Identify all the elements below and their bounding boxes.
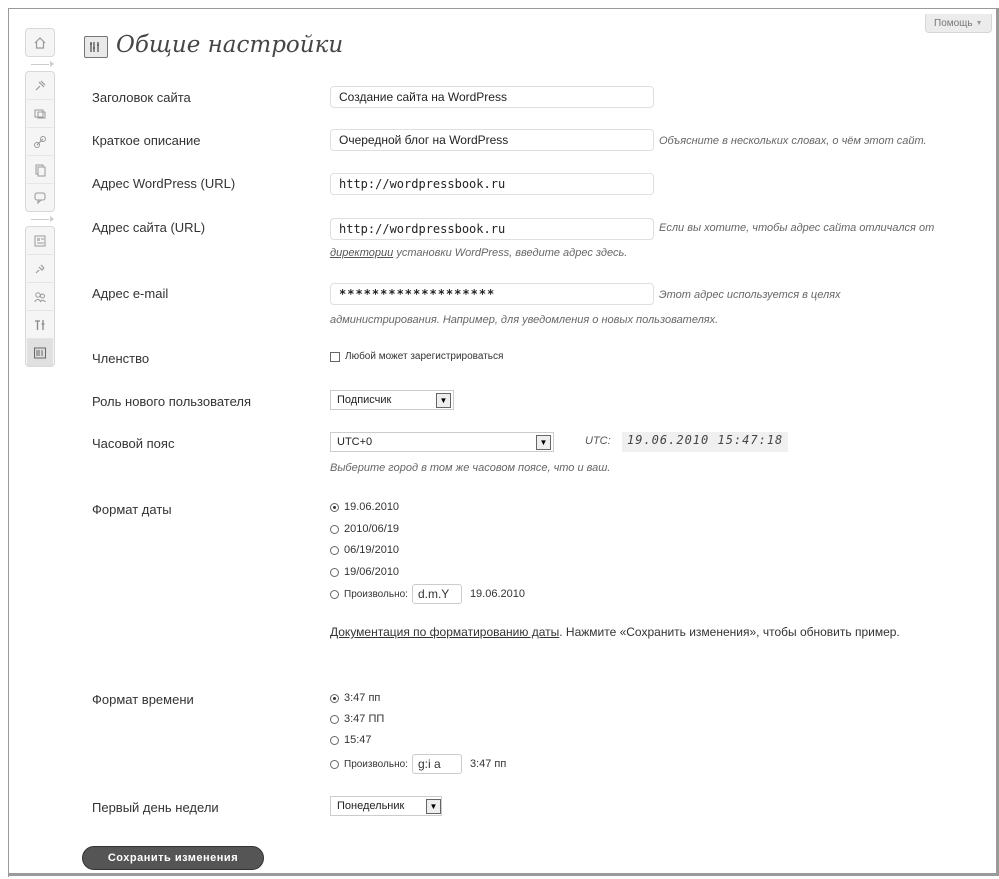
email-hint: Этот адрес используется в целях	[659, 289, 841, 301]
time-format-option[interactable]: 15:47	[330, 734, 372, 746]
settings-icon[interactable]	[27, 339, 53, 366]
appearance-icon[interactable]	[27, 227, 53, 255]
default-role-value: Подписчик	[337, 394, 392, 406]
membership-option[interactable]: Любой может зарегистрироваться	[330, 351, 503, 362]
time-format-option-label: 3:47 ПП	[344, 713, 385, 725]
radio-button[interactable]	[330, 545, 339, 555]
tagline-label: Краткое описание	[92, 133, 201, 148]
dropdown-triangle-icon: ▼	[975, 19, 983, 27]
plugins-icon[interactable]	[27, 255, 53, 283]
chevron-down-icon: ▼	[426, 798, 441, 814]
chevron-down-icon: ▼	[536, 434, 551, 450]
comments-icon[interactable]	[27, 184, 53, 211]
date-format-option-label: 19.06.2010	[344, 501, 400, 513]
help-tab[interactable]: Помощь ▼	[925, 14, 992, 33]
tagline-hint: Объясните в нескольких словах, о чём это…	[659, 135, 927, 147]
time-format-custom-label: Произвольно:	[344, 758, 408, 770]
membership-checkbox[interactable]	[330, 351, 340, 362]
default-role-label: Роль нового пользователя	[92, 394, 252, 409]
help-label: Помощь	[934, 17, 973, 29]
site-title-input[interactable]: Создание сайта на WordPress	[330, 86, 654, 108]
date-format-option-label: 2010/06/19	[344, 523, 400, 535]
membership-checkbox-label: Любой может зарегистрироваться	[345, 351, 504, 362]
tagline-input[interactable]: Очередной блог на WordPress	[330, 129, 654, 151]
frame-shadow-bottom	[8, 873, 999, 876]
date-format-custom-input[interactable]: d.m.Y	[411, 584, 462, 604]
admin-sidebar	[25, 28, 55, 367]
date-format-option-label: 06/19/2010	[344, 544, 400, 556]
radio-button[interactable]	[330, 735, 339, 745]
date-format-option[interactable]: 2010/06/19	[330, 523, 399, 535]
email-input[interactable]: *******************	[330, 283, 654, 305]
time-format-option-label: 15:47	[344, 734, 372, 746]
timezone-label: Часовой пояс	[92, 436, 175, 451]
sidebar-group-content	[25, 71, 55, 212]
date-format-doc-link[interactable]: Документация по форматированию даты	[330, 625, 559, 639]
radio-button[interactable]	[330, 567, 339, 577]
email-hint-line2: администрирования. Например, для уведомл…	[330, 314, 719, 326]
site-url-label: Адрес сайта (URL)	[92, 220, 206, 235]
membership-label: Членство	[92, 351, 150, 366]
pages-icon[interactable]	[27, 156, 53, 184]
wp-url-input[interactable]: http://wordpressbook.ru	[330, 173, 654, 195]
date-format-custom-label: Произвольно:	[344, 588, 408, 600]
pin-icon[interactable]	[27, 72, 53, 100]
chevron-down-icon: ▼	[436, 392, 451, 408]
week-start-value: Понедельник	[337, 800, 405, 812]
timezone-select[interactable]: UTC+0 ▼	[330, 432, 554, 452]
directory-link[interactable]: директории	[330, 247, 393, 259]
time-format-custom-option[interactable]: Произвольно: g:i a 3:47 пп	[330, 754, 506, 774]
date-format-doc: Документация по форматированию даты. Наж…	[330, 622, 990, 642]
time-format-custom-input[interactable]: g:i a	[411, 754, 462, 774]
time-format-option-label: 3:47 пп	[344, 692, 381, 704]
time-format-label: Формат времени	[92, 692, 194, 707]
radio-button[interactable]	[330, 693, 339, 703]
radio-button[interactable]	[330, 589, 339, 599]
date-format-option[interactable]: 19/06/2010	[330, 566, 399, 578]
link-icon[interactable]	[27, 128, 53, 156]
radio-button[interactable]	[330, 502, 339, 512]
time-format-option[interactable]: 3:47 ПП	[330, 713, 384, 725]
week-start-label: Первый день недели	[92, 800, 219, 815]
page-title: Общие настройки	[116, 32, 344, 58]
radio-button[interactable]	[330, 524, 339, 534]
home-icon[interactable]	[27, 29, 53, 56]
site-url-hint-tail: установки WordPress, введите адрес здесь…	[393, 247, 628, 259]
settings-icon	[84, 36, 108, 58]
week-start-select[interactable]: Понедельник ▼	[330, 796, 442, 816]
date-format-label: Формат даты	[92, 502, 172, 517]
sidebar-separator[interactable]	[26, 57, 54, 71]
default-role-select[interactable]: Подписчик ▼	[330, 390, 454, 410]
sidebar-group-admin	[25, 226, 55, 367]
radio-button[interactable]	[330, 714, 339, 724]
site-url-hint-line2: директории установки WordPress, введите …	[330, 247, 627, 259]
tools-icon[interactable]	[27, 311, 53, 339]
date-format-option[interactable]: 19.06.2010	[330, 501, 399, 513]
timezone-value: UTC+0	[337, 436, 373, 448]
date-format-option-label: 19/06/2010	[344, 566, 400, 578]
users-icon[interactable]	[27, 283, 53, 311]
date-format-option[interactable]: 06/19/2010	[330, 544, 399, 556]
date-format-preview: 19.06.2010	[469, 588, 525, 600]
utc-label: UTC:	[585, 435, 611, 447]
sidebar-group-dashboard	[25, 28, 55, 57]
radio-button[interactable]	[330, 759, 339, 769]
sidebar-separator[interactable]	[26, 212, 54, 226]
media-icon[interactable]	[27, 100, 53, 128]
date-format-doc-text: . Нажмите «Сохранить изменения», чтобы о…	[559, 625, 900, 639]
wp-url-label: Адрес WordPress (URL)	[92, 176, 236, 191]
date-format-custom-option[interactable]: Произвольно: d.m.Y 19.06.2010	[330, 584, 525, 604]
utc-time: 19.06.2010 15:47:18	[622, 432, 789, 452]
time-format-option[interactable]: 3:47 пп	[330, 692, 380, 704]
site-url-input[interactable]: http://wordpressbook.ru	[330, 218, 654, 240]
timezone-hint: Выберите город в том же часовом поясе, ч…	[330, 462, 611, 474]
email-label: Адрес e-mail	[92, 286, 169, 301]
site-url-hint: Если вы хотите, чтобы адрес сайта отлича…	[659, 222, 935, 234]
time-format-preview: 3:47 пп	[469, 758, 507, 770]
save-button[interactable]: Сохранить изменения	[82, 846, 264, 870]
site-title-label: Заголовок сайта	[92, 90, 191, 105]
